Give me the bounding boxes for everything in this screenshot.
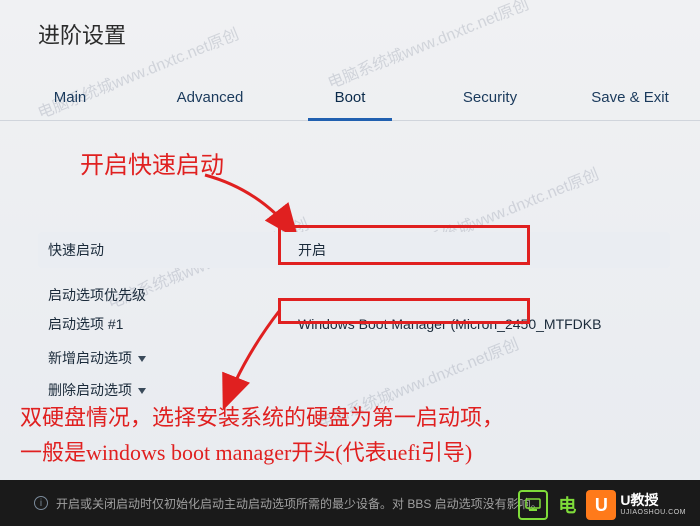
row-boot-option-1[interactable]: 启动选项 #1 Windows Boot Manager (Micron_245… xyxy=(38,306,670,342)
boot-option1-value: Windows Boot Manager (Micron_2450_MTFDKB xyxy=(298,316,601,332)
logo-u-en: UJIAOSHOU.COM xyxy=(620,509,686,517)
fast-boot-label: 快速启动 xyxy=(48,240,298,260)
footer-help-text: 开启或关闭启动时仅初始化启动主动启动选项所需的最少设备。对 BBS 启动选项没有… xyxy=(56,495,543,512)
logo-u-cn: U教授 xyxy=(620,493,686,508)
row-fast-boot[interactable]: 快速启动 开启 xyxy=(38,232,670,268)
logo-dnxtc xyxy=(518,490,548,520)
chevron-down-icon xyxy=(138,388,146,394)
page-title: 进阶设置 xyxy=(38,18,126,50)
logo-ujiaoshou: U U教授 UJIAOSHOU.COM xyxy=(586,490,686,520)
tab-save-exit[interactable]: Save & Exit xyxy=(560,75,700,120)
tab-boot[interactable]: Boot xyxy=(280,75,420,120)
tab-security[interactable]: Security xyxy=(420,75,560,120)
info-icon: i xyxy=(34,496,48,510)
delete-boot-option-text: 删除启动选项 xyxy=(48,382,132,398)
delete-boot-option-label: 删除启动选项 xyxy=(48,380,298,400)
annotation-line2: 一般是windows boot manager开头(代表uefi引导) xyxy=(20,435,504,470)
boot-option1-label: 启动选项 #1 xyxy=(48,314,298,334)
add-boot-option-label: 新增启动选项 xyxy=(48,348,298,368)
boot-priority-label: 启动选项优先级 xyxy=(48,285,298,305)
footer-logos: 电 U U教授 UJIAOSHOU.COM xyxy=(518,490,686,520)
annotation-fast-boot: 开启快速启动 xyxy=(80,145,224,180)
annotation-line1: 双硬盘情况，选择安装系统的硬盘为第一启动项， xyxy=(20,400,504,435)
row-add-boot-option[interactable]: 新增启动选项 xyxy=(38,340,670,376)
chevron-down-icon xyxy=(138,356,146,362)
tab-main[interactable]: Main xyxy=(0,75,140,120)
tabs-bar: Main Advanced Boot Security Save & Exit xyxy=(0,75,700,121)
annotation-dual-disk: 双硬盘情况，选择安装系统的硬盘为第一启动项， 一般是windows boot m… xyxy=(20,400,504,470)
logo-u-badge: U xyxy=(586,490,616,520)
footer-bar: i 开启或关闭启动时仅初始化启动主动启动选项所需的最少设备。对 BBS 启动选项… xyxy=(0,480,700,526)
fast-boot-value: 开启 xyxy=(298,240,326,260)
logo-dnxtc-text: 电 xyxy=(558,492,576,518)
tab-advanced[interactable]: Advanced xyxy=(140,75,280,120)
add-boot-option-text: 新增启动选项 xyxy=(48,350,132,366)
